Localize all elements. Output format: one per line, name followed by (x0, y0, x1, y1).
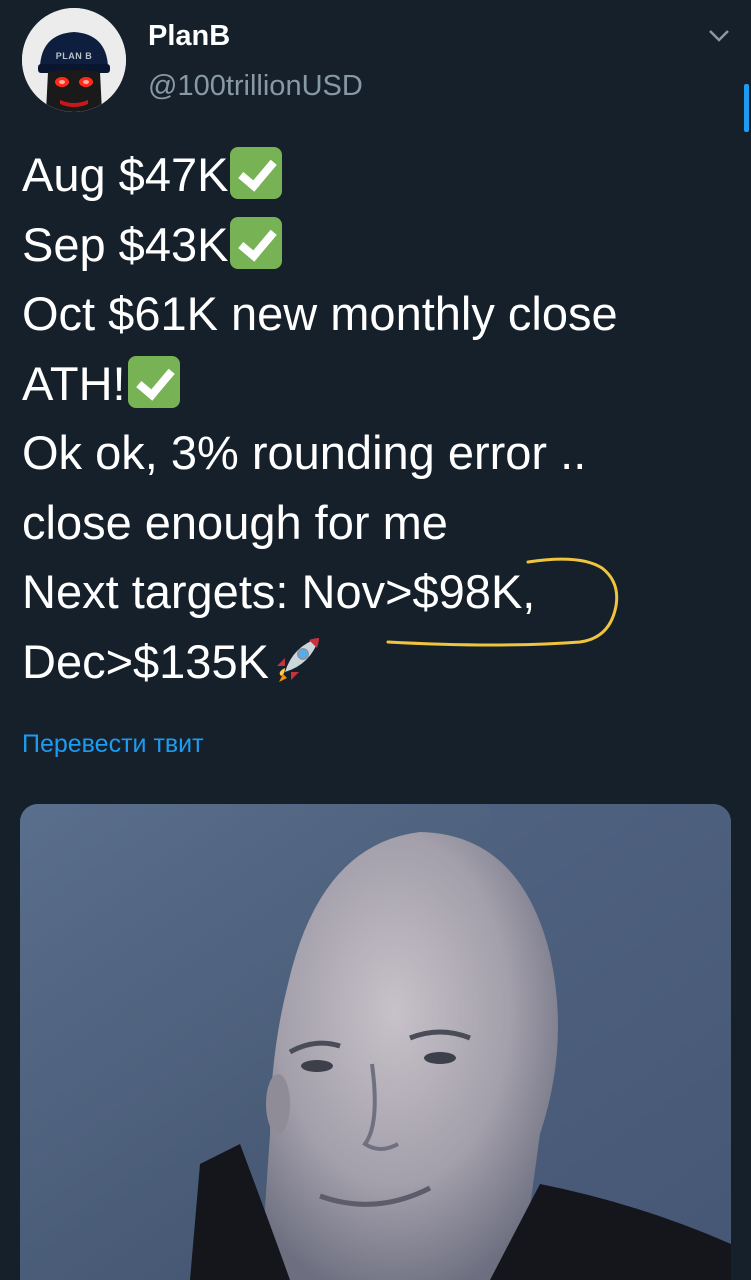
tweet-line-text: Sep $43K (22, 217, 229, 271)
tweet-media-image[interactable] (20, 804, 731, 1280)
scrollbar-thumb[interactable] (744, 84, 749, 132)
tweet-line: Dec>$135K (22, 627, 737, 697)
author-display-name[interactable]: PlanB (148, 20, 230, 53)
tweet-line-text: Aug $47K (22, 148, 229, 201)
tweet-line-text: Dec>$135K (22, 634, 269, 688)
tweet-line-text: close enough for me (22, 495, 448, 549)
tweet-line: Oct $61K new monthly close (22, 279, 737, 349)
tweet-line: close enough for me (22, 488, 737, 558)
check-mark-icon (230, 147, 283, 199)
tweet-line-text: Ok ok, 3% rounding error .. (22, 426, 587, 479)
avatar-cap-text: PLAN B (55, 51, 93, 61)
tweet-line: Next targets: Nov>$98K, (22, 557, 737, 627)
media-photo (20, 804, 731, 1280)
tweet-line-text: Oct $61K new monthly close (22, 287, 618, 340)
check-mark-icon (230, 216, 283, 269)
avatar[interactable]: PLAN B (22, 8, 126, 112)
tweet-line: Ok ok, 3% rounding error .. (22, 418, 737, 488)
tweet-text: Aug $47K Sep $43K Oct $61K new monthly c… (22, 140, 737, 696)
tweet-line-text: ATH! (22, 356, 126, 410)
rocket-icon (276, 637, 319, 682)
tweet: PLAN B PlanB @100trillionUSD Aug $47K Se… (0, 0, 751, 1280)
tweet-line: Sep $43K (22, 210, 737, 280)
translate-tweet-link[interactable]: Перевести твит (22, 730, 204, 759)
check-mark-icon (127, 355, 180, 408)
chevron-down-icon[interactable] (706, 26, 732, 46)
tweet-line: Aug $47K (22, 140, 737, 210)
tweet-line: ATH! (22, 349, 737, 419)
tweet-line-text: Next targets: Nov>$98K, (22, 565, 536, 618)
author-handle[interactable]: @100trillionUSD (148, 70, 363, 103)
